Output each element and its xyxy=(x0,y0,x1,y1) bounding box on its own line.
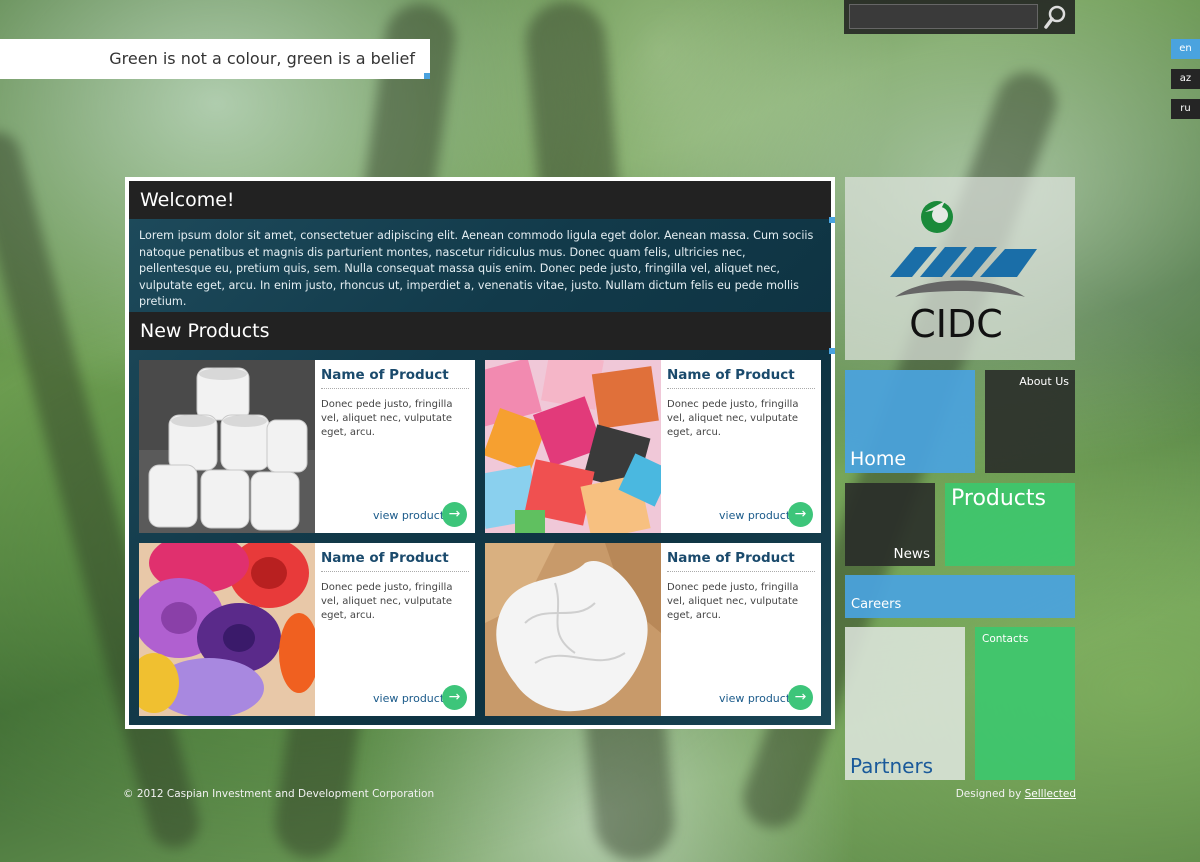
designer-link[interactable]: Selllected xyxy=(1025,788,1076,800)
tile-about-us[interactable]: About Us xyxy=(985,370,1075,473)
tile-products[interactable]: Products xyxy=(945,483,1075,566)
product-description: Donec pede justo, fringilla vel, aliquet… xyxy=(321,399,453,438)
tile-contacts[interactable]: Contacts xyxy=(975,627,1075,780)
logo-text: CIDC xyxy=(909,302,1003,346)
product-card: Name of Product Donec pede justo, fringi… xyxy=(139,360,475,533)
search-button[interactable] xyxy=(1042,3,1070,31)
corner-accent xyxy=(424,73,430,79)
language-en[interactable]: en xyxy=(1171,39,1200,59)
tile-label: Home xyxy=(850,448,907,470)
product-title[interactable]: Name of Product xyxy=(321,550,469,572)
view-product-link[interactable]: view product xyxy=(373,509,444,522)
view-product-link[interactable]: view product xyxy=(719,692,790,705)
tile-label: Products xyxy=(951,486,1046,511)
tile-partners[interactable]: Partners xyxy=(845,627,965,780)
search-icon xyxy=(1044,5,1066,29)
tile-home[interactable]: Home xyxy=(845,370,975,473)
tile-label: Partners xyxy=(850,754,934,778)
product-description: Donec pede justo, fringilla vel, aliquet… xyxy=(667,582,799,621)
product-image-tissue-box[interactable] xyxy=(485,543,661,716)
slogan-text: Green is not a colour, green is a belief xyxy=(109,49,415,68)
main-content-panel: Welcome! Lorem ipsum dolor sit amet, con… xyxy=(125,177,835,729)
language-az[interactable]: az xyxy=(1171,69,1200,89)
company-logo[interactable]: CIDC xyxy=(845,177,1075,360)
product-title[interactable]: Name of Product xyxy=(667,550,815,572)
product-card: Name of Product Donec pede justo, fringi… xyxy=(485,543,821,716)
product-title[interactable]: Name of Product xyxy=(667,367,815,389)
tile-careers[interactable]: Careers xyxy=(845,575,1075,618)
product-image-toilet-paper[interactable] xyxy=(139,360,315,533)
arrow-right-icon[interactable]: → xyxy=(442,685,467,710)
new-products-header: New Products xyxy=(129,312,835,354)
tile-news[interactable]: News xyxy=(845,483,935,566)
welcome-header: Welcome! xyxy=(129,181,835,223)
arrow-right-icon[interactable]: → xyxy=(442,502,467,527)
main-content-inner: Welcome! Lorem ipsum dolor sit amet, con… xyxy=(129,181,835,725)
product-image-tissue-squares[interactable] xyxy=(485,360,661,533)
product-card: Name of Product Donec pede justo, fringi… xyxy=(485,360,821,533)
tile-label: Contacts xyxy=(982,633,1029,645)
search-input[interactable] xyxy=(849,4,1038,29)
corner-accent xyxy=(829,348,835,354)
product-title[interactable]: Name of Product xyxy=(321,367,469,389)
welcome-text: Lorem ipsum dolor sit amet, consectetuer… xyxy=(139,229,814,308)
footer-credits: Designed by Selllected xyxy=(956,788,1076,800)
corner-accent xyxy=(829,217,835,223)
tile-label: About Us xyxy=(1019,375,1069,388)
view-product-link[interactable]: view product xyxy=(719,509,790,522)
view-product-link[interactable]: view product xyxy=(373,692,444,705)
footer-copyright: © 2012 Caspian Investment and Developmen… xyxy=(123,788,435,800)
search-box xyxy=(844,0,1075,34)
product-image-crepe-rolls[interactable] xyxy=(139,543,315,716)
tile-label: News xyxy=(893,546,930,562)
designed-by-label: Designed by xyxy=(955,788,1022,800)
tile-label: Careers xyxy=(851,597,902,612)
language-ru[interactable]: ru xyxy=(1171,99,1200,119)
welcome-title: Welcome! xyxy=(140,189,235,211)
arrow-right-icon[interactable]: → xyxy=(788,685,813,710)
product-description: Donec pede justo, fringilla vel, aliquet… xyxy=(321,582,453,621)
cidc-logo-icon: CIDC xyxy=(890,201,1037,346)
product-card: Name of Product Donec pede justo, fringi… xyxy=(139,543,475,716)
product-description: Donec pede justo, fringilla vel, aliquet… xyxy=(667,399,799,438)
new-products-title: New Products xyxy=(140,320,270,342)
slogan-banner: Green is not a colour, green is a belief xyxy=(0,39,430,79)
arrow-right-icon[interactable]: → xyxy=(788,502,813,527)
